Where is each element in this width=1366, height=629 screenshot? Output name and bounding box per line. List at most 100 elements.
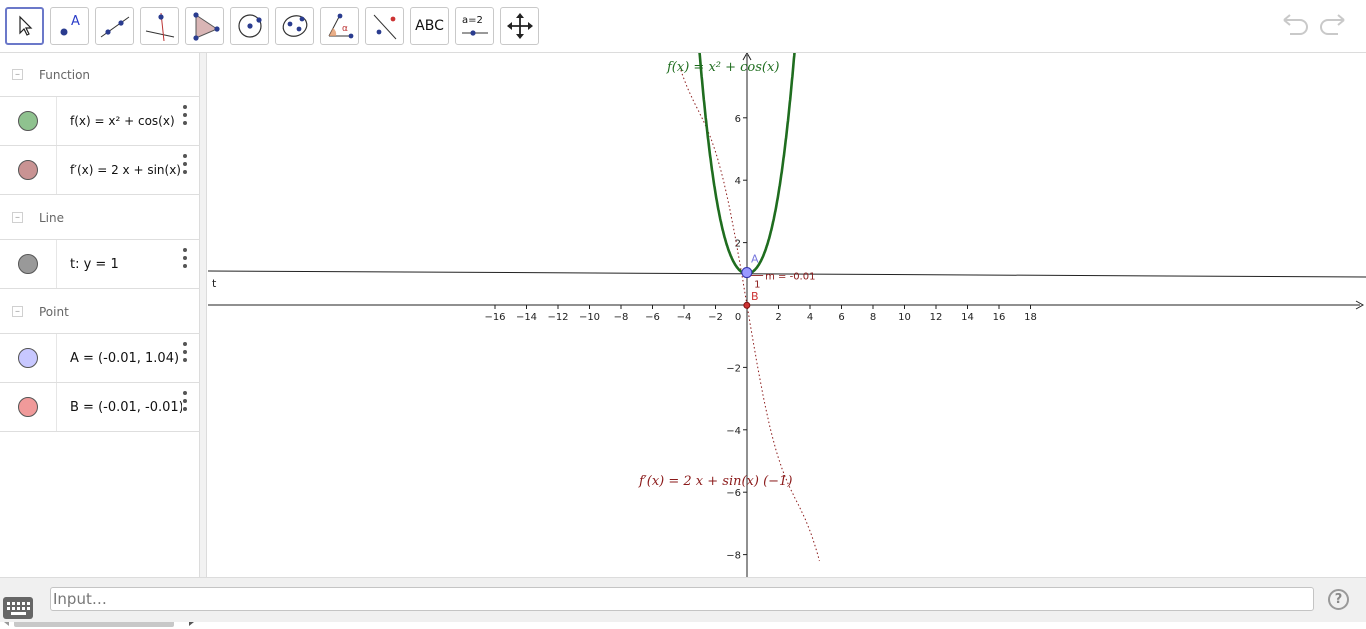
y-tick-label: 6 <box>735 114 741 125</box>
visibility-marble-f-prime[interactable] <box>18 160 38 180</box>
definition-f-prime[interactable]: f′(x) = 2 x + sin(x) (− <box>70 146 182 194</box>
group-label-line: Line <box>39 210 65 225</box>
x-tick-label: −12 <box>547 312 568 323</box>
redo-icon <box>1320 14 1345 35</box>
line-tool[interactable] <box>95 7 134 45</box>
algebra-item-a[interactable]: A = (-0.01, 1.04) <box>0 334 200 383</box>
algebra-item-t[interactable]: t: y = 1 <box>0 240 200 289</box>
marble-cell <box>0 97 57 145</box>
more-options-t[interactable] <box>182 248 188 268</box>
x-tick-label: −8 <box>614 312 629 323</box>
angle-tool-label: α <box>342 24 348 34</box>
undo-button[interactable] <box>1280 12 1310 44</box>
definition-b[interactable]: B = (-0.01, -0.01) <box>70 383 182 431</box>
angle-tool[interactable]: α <box>320 7 359 45</box>
more-options-f-prime[interactable] <box>182 154 188 174</box>
definition-a[interactable]: A = (-0.01, 1.04) <box>70 334 182 382</box>
input-field[interactable] <box>50 587 1314 611</box>
x-tick-label: 6 <box>838 312 844 323</box>
reflect-icon <box>373 14 396 40</box>
help-button[interactable]: ? <box>1328 589 1349 610</box>
point-tool-label: A <box>71 14 80 29</box>
collapse-line-button[interactable]: – <box>12 212 23 223</box>
marble-cell <box>0 240 57 288</box>
visibility-marble-a[interactable] <box>18 348 38 368</box>
arrow-cursor-icon <box>18 15 32 36</box>
marble-cell <box>0 146 57 194</box>
y-tick-label: 2 <box>735 239 741 250</box>
text-tool[interactable]: ABC <box>410 7 449 45</box>
graphics-view[interactable]: −16 −14 −12 −10 −8 −6 −4 −2 0 2 4 6 8 10 12 14 16 18 6 4 2 −2… <box>208 53 1366 577</box>
point-b-label: B <box>751 290 759 303</box>
group-label-function: Function <box>39 67 91 82</box>
perpendicular-line-tool[interactable] <box>140 7 179 45</box>
visibility-marble-b[interactable] <box>18 397 38 417</box>
algebra-item-f-prime[interactable]: f′(x) = 2 x + sin(x) (− <box>0 146 200 195</box>
point-a-label: A <box>751 253 759 266</box>
point-icon: A <box>60 14 80 36</box>
x-tick-label: 18 <box>1024 312 1037 323</box>
definition-t[interactable]: t: y = 1 <box>70 240 182 288</box>
function-f-prime-label: f′(x) = 2 x + sin(x) (−1) <box>638 474 792 489</box>
conic-tool[interactable] <box>275 7 314 45</box>
circle-tool[interactable] <box>230 7 269 45</box>
y-tick-label: −8 <box>726 551 741 562</box>
x-tick-label: −10 <box>579 312 600 323</box>
move-view-tool[interactable] <box>500 7 539 45</box>
x-tick-label: 14 <box>961 312 974 323</box>
slider-tool[interactable]: a=2 <box>455 7 494 45</box>
algebra-view: – Function f(x) = x² + cos(x) f′(x) = 2 … <box>0 53 200 627</box>
group-header-line[interactable]: – Line <box>0 196 200 240</box>
group-header-point[interactable]: – Point <box>0 290 200 334</box>
panel-splitter[interactable] <box>200 53 207 577</box>
circle-center-point-icon <box>237 14 262 38</box>
polygon-tool[interactable] <box>185 7 224 45</box>
y-tick-label: 4 <box>735 176 741 187</box>
visibility-marble-t[interactable] <box>18 254 38 274</box>
point-a <box>741 267 753 279</box>
point-tool[interactable]: A <box>50 7 89 45</box>
more-options-a[interactable] <box>182 342 188 362</box>
reflect-tool[interactable] <box>365 7 404 45</box>
text-tool-label: ABC <box>415 18 444 34</box>
slope-run-label: 1 <box>754 280 760 291</box>
input-bar: ? <box>0 577 1366 622</box>
point-b <box>743 301 751 309</box>
x-tick-label: 0 <box>735 312 741 323</box>
marble-cell <box>0 334 57 382</box>
x-tick-label: −6 <box>645 312 660 323</box>
collapse-point-button[interactable]: – <box>12 306 23 317</box>
function-f-label: f(x) = x² + cos(x) <box>666 60 779 75</box>
perpendicular-icon <box>145 12 174 41</box>
undo-icon <box>1283 14 1308 35</box>
line-through-points-icon <box>100 16 129 38</box>
x-tick-label: 8 <box>870 312 876 323</box>
visibility-marble-f[interactable] <box>18 111 38 131</box>
x-tick-label: 4 <box>807 312 813 323</box>
polygon-icon <box>192 12 220 41</box>
algebra-item-b[interactable]: B = (-0.01, -0.01) <box>0 383 200 432</box>
x-tick-label: −4 <box>677 312 692 323</box>
x-tick-label: −14 <box>516 312 537 323</box>
move-tool[interactable] <box>5 7 44 45</box>
algebra-item-f[interactable]: f(x) = x² + cos(x) <box>0 97 200 146</box>
more-options-b[interactable] <box>182 391 188 411</box>
definition-f[interactable]: f(x) = x² + cos(x) <box>70 97 182 145</box>
keyboard-icon[interactable] <box>3 597 33 619</box>
tangent-line-label: t <box>212 277 217 290</box>
marble-cell <box>0 383 57 431</box>
x-tick-label: 2 <box>775 312 781 323</box>
group-label-point: Point <box>39 304 69 319</box>
redo-button[interactable] <box>1318 12 1348 44</box>
graphics-canvas[interactable]: −16 −14 −12 −10 −8 −6 −4 −2 0 2 4 6 8 10 12 14 16 18 6 4 2 −2… <box>208 53 1366 577</box>
toolbar: A α ABC a=2 <box>0 0 1366 53</box>
y-tick-label: −6 <box>726 488 741 499</box>
ellipse-icon <box>282 15 307 37</box>
group-header-function[interactable]: – Function <box>0 53 200 97</box>
more-options-f[interactable] <box>182 105 188 125</box>
collapse-function-button[interactable]: – <box>12 69 23 80</box>
slider-tool-label: a=2 <box>462 15 483 26</box>
x-tick-label: 16 <box>993 312 1006 323</box>
slope-label: m = -0.01 <box>765 272 815 283</box>
slider-icon: a=2 <box>461 15 488 36</box>
